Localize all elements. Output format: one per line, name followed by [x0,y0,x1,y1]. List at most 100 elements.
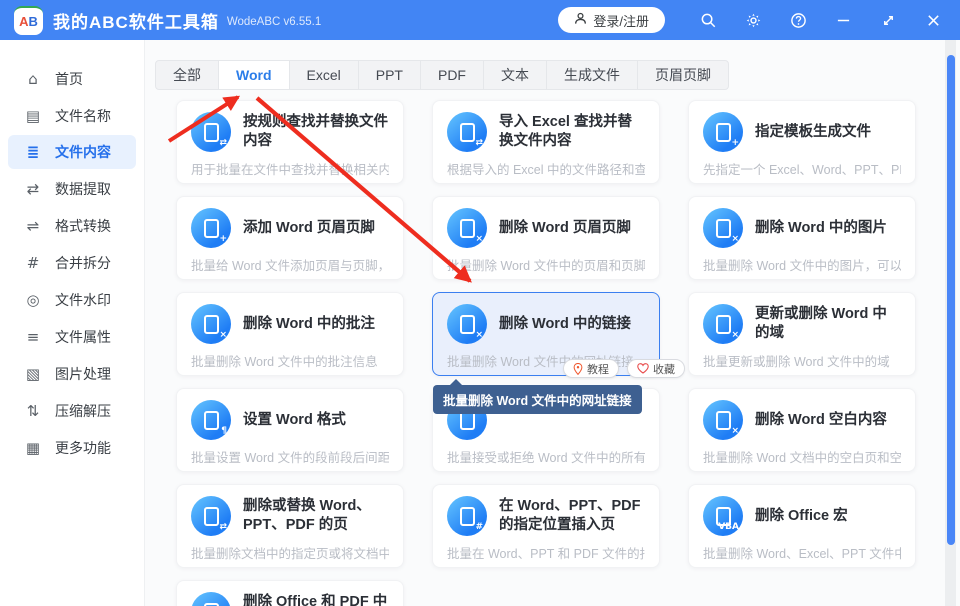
tooltip: 批量删除 Word 文件中的网址链接 [433,385,642,414]
doc-copy-icon: + [703,112,743,152]
gear-icon[interactable] [744,11,762,29]
favorite-badge[interactable]: 收藏 [627,359,685,378]
format-convert-icon: ⇌ [24,217,42,235]
page-insert-icon: # [447,496,487,536]
sidebar-item-file-props[interactable]: ≡ 文件属性 [0,318,144,355]
sidebar-item-more[interactable]: ▦更多功能 [0,429,144,466]
card-title: 删除 Word 页眉页脚 [499,219,631,238]
card-insert-pages[interactable]: # 在 Word、PPT、PDF 的指定位置插入页批量在 Word、PPT 和 P… [432,484,660,568]
sidebar-item-file-content[interactable]: ≣文件内容 [8,135,136,169]
pin-icon [573,363,583,375]
card-desc: 批量删除 Word 文件中的批注信息 [191,351,389,370]
card-import-excel-replace[interactable]: ⇄导入 Excel 查找并替换文件内容根据导入的 Excel 中的文件路径和查找… [432,100,660,184]
card-find-replace-by-rule[interactable]: ⇄按规则查找并替换文件内容用于批量在文件中查找并替换相关内容，支持 Wor [176,100,404,184]
merge-split-icon: # [24,254,42,272]
sidebar-item-label: 合并拆分 [55,253,111,273]
card-update-delete-fields[interactable]: × 更新或删除 Word 中的域批量更新或删除 Word 文件中的域 [688,292,916,376]
sidebar-item-image-process[interactable]: ▧ 图片处理 [0,355,144,392]
image-process-icon: ▧ [24,365,42,383]
card-title: 删除或替换 Word、PPT、PDF 的页 [243,497,389,535]
compress-icon: ⇅ [24,402,42,420]
card-desc: 批量在 Word、PPT 和 PDF 文件的指定位置插入页. [447,543,645,562]
sidebar-item-merge-split[interactable]: # 合并拆分 [0,244,144,281]
tab-all[interactable]: 全部 [155,60,219,90]
doc-delete-header-icon: × [447,208,487,248]
tab-ppt[interactable]: PPT [358,60,421,90]
sidebar-item-label: 文件属性 [55,327,111,347]
card-title: 添加 Word 页眉页脚 [243,219,375,238]
sidebar-item-compress[interactable]: ⇅ 压缩解压 [0,392,144,429]
sidebar-item-format-convert[interactable]: ⇌格式转换 [0,207,144,244]
file-name-icon: ▤ [24,107,42,125]
card-desc: 批量接受或拒绝 Word 文件中的所有修订 [447,447,645,466]
doc-delete-image-icon: × [703,208,743,248]
tab-pdf[interactable]: PDF [420,60,484,90]
user-icon [574,12,587,28]
doc-format-icon: ¶ [191,400,231,440]
card-set-word-format[interactable]: ¶设置 Word 格式批量设置 Word 文件的段前段后间距等格式信息 [176,388,404,472]
card-title: 在 Word、PPT、PDF 的指定位置插入页 [499,497,645,535]
tutorial-badge[interactable]: 教程 [563,359,619,378]
card-delete-office-macros[interactable]: VBA删除 Office 宏批量删除 Word、Excel、PPT 文件中的宏。 [688,484,916,568]
doc-delete-link-icon: × [447,304,487,344]
vba-macro-icon: VBA [703,496,743,536]
card-delete-word-images[interactable]: ×删除 Word 中的图片批量删除 Word 文件中的图片，可以选择删除页眉 [688,196,916,280]
watermark-icon: ◎ [24,291,42,309]
card-desc: 批量设置 Word 文件的段前段后间距等格式信息 [191,447,389,466]
sidebar-item-label: 图片处理 [55,364,111,384]
doc-field-icon: × [703,304,743,344]
card-delete-replace-pages[interactable]: ⇄删除或替换 Word、PPT、PDF 的页批量删除文档中的指定页或将文档中的指… [176,484,404,568]
close-icon[interactable] [924,11,942,29]
card-title: 删除 Word 中的批注 [243,315,375,334]
sidebar-item-file-name[interactable]: ▤ 文件名称 [0,97,144,134]
sidebar-item-data-extract[interactable]: ⇄ 数据提取 [0,170,144,207]
sidebar-item-label: 文件内容 [55,142,111,162]
file-props-icon: ≡ [24,328,42,346]
card-desc: 批量删除 Word 文档中的空白页和空白行。 [703,447,901,466]
card-delete-blank-content[interactable]: ×删除 Word 空白内容批量删除 Word 文档中的空白页和空白行。 [688,388,916,472]
app-logo: AB [14,6,43,35]
sidebar-item-home[interactable]: ⌂首页 [0,60,144,97]
card-title: 更新或删除 Word 中的域 [755,305,901,343]
tab-excel[interactable]: Excel [289,60,359,90]
scrollbar-track[interactable] [945,40,956,606]
help-icon[interactable] [789,11,807,29]
sidebar-item-label: 压缩解压 [55,401,111,421]
minimize-icon[interactable] [834,11,852,29]
sidebar-item-watermark[interactable]: ◎文件水印 [0,281,144,318]
tab-generate-file[interactable]: 生成文件 [546,60,638,90]
card-delete-header-footer[interactable]: × 删除 Word 页眉页脚批量删除 Word 文件中的页眉和页脚 [432,196,660,280]
card-template-generate[interactable]: +指定模板生成文件先指定一个 Excel、Word、PPT、PDF或文本文件作 [688,100,916,184]
card-title: 按规则查找并替换文件内容 [243,113,389,151]
card-desc: 根据导入的 Excel 中的文件路径和查找替换规则来对 [447,159,645,178]
heart-icon [637,363,649,374]
file-type-tabs: 全部 Word Excel PPT PDF 文本 生成文件 页眉页脚 [155,60,729,90]
app-title: 我的ABC软件工具箱 [53,8,219,33]
card-desc: 批量更新或删除 Word 文件中的域 [703,351,901,370]
page-replace-icon: ⇄ [191,496,231,536]
card-delete-qrcode[interactable]: ▦删除 Office 和 PDF 中的二维码 [176,580,404,606]
card-desc: 先指定一个 Excel、Word、PPT、PDF或文本文件作 [703,159,901,178]
search-icon[interactable] [699,11,717,29]
titlebar: AB 我的ABC软件工具箱 WodeABC v6.55.1 登录/注册 [0,0,960,40]
card-title: 删除 Word 中的图片 [755,219,887,238]
tab-text[interactable]: 文本 [483,60,547,90]
scrollbar-thumb[interactable] [947,55,955,545]
favorite-badge-label: 收藏 [653,361,675,377]
login-register-button[interactable]: 登录/注册 [558,7,665,33]
card-desc: 批量删除 Word 文件中的页眉和页脚 [447,255,645,274]
tab-header-footer[interactable]: 页眉页脚 [637,60,729,90]
card-add-header-footer[interactable]: +添加 Word 页眉页脚批量给 Word 文件添加页眉与页脚，支持嵌入页码 [176,196,404,280]
card-desc: 用于批量在文件中查找并替换相关内容，支持 Wor [191,159,389,178]
card-title: 删除 Word 空白内容 [755,411,887,430]
maximize-icon[interactable] [879,11,897,29]
tab-word[interactable]: Word [218,60,290,90]
data-extract-icon: ⇄ [24,180,42,198]
logo-letter-b: B [29,14,38,29]
card-delete-word-links[interactable]: ×删除 Word 中的链接批量删除 Word 文件中的网址链接 [432,292,660,376]
card-desc: 批量给 Word 文件添加页眉与页脚，支持嵌入页码 [191,255,389,274]
sidebar-item-label: 数据提取 [55,179,111,199]
sidebar-item-label: 文件名称 [55,106,111,126]
app-version: WodeABC v6.55.1 [227,16,321,28]
card-delete-word-comments[interactable]: ×删除 Word 中的批注批量删除 Word 文件中的批注信息 [176,292,404,376]
